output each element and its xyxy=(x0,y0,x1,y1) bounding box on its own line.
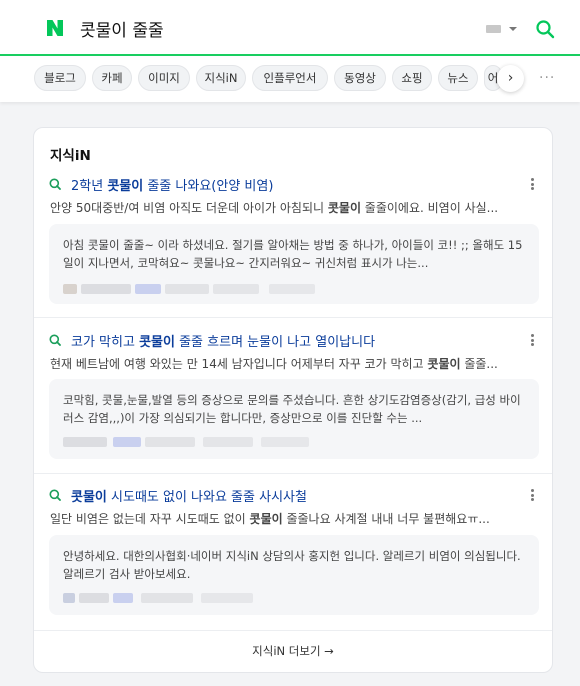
tabs-next-button[interactable]: › xyxy=(497,65,524,92)
search-tabs: 블로그 카페 이미지 지식iN 인플루언서 동영상 쇼핑 뉴스 어 › ··· xyxy=(0,56,580,102)
question-title-link[interactable]: 코가 막히고 콧물이 줄줄 흐르며 눈물이 나고 열이납니다 xyxy=(71,331,526,350)
question-icon xyxy=(49,334,61,346)
answer-text: 아침 콧물이 줄줄~ 이라 하셨네요. 절기를 알아채는 방법 중 하나가, 아… xyxy=(63,238,523,270)
tab-blog[interactable]: 블로그 xyxy=(34,65,86,91)
answer-box[interactable]: 코막힘, 콧물,눈물,발열 등의 증상으로 문의를 주셨습니다. 흔한 상기도감… xyxy=(49,379,539,459)
question-snippet: 일단 비염은 없는데 자꾸 시도때도 없이 콧물이 줄줄나요 사계절 내내 너무… xyxy=(50,512,490,526)
kebab-menu-icon[interactable] xyxy=(531,334,535,346)
kebab-menu-icon[interactable] xyxy=(531,489,535,501)
answer-text: 코막힘, 콧물,눈물,발열 등의 증상으로 문의를 주셨습니다. 흔한 상기도감… xyxy=(63,393,521,425)
chevron-down-icon[interactable] xyxy=(509,27,517,31)
question-icon xyxy=(49,489,61,501)
question-title-link[interactable]: 2학년 콧물이 줄줄 나와요(안양 비염) xyxy=(71,175,526,194)
naver-logo-icon[interactable] xyxy=(45,18,65,38)
search-bar: 콧물이 줄줄 xyxy=(0,0,580,56)
question-icon xyxy=(49,178,61,190)
search-icon[interactable] xyxy=(535,19,555,39)
tab-kin[interactable]: 지식iN xyxy=(196,65,246,91)
search-input[interactable]: 콧물이 줄줄 xyxy=(80,16,164,41)
tab-shopping[interactable]: 쇼핑 xyxy=(392,65,432,91)
tab-video[interactable]: 동영상 xyxy=(334,65,386,91)
tab-image[interactable]: 이미지 xyxy=(138,65,190,91)
divider xyxy=(34,473,552,474)
more-menu-icon[interactable]: ··· xyxy=(539,70,555,86)
question-snippet: 현재 베트남에 여행 와있는 만 14세 남자입니다 어제부터 자꾸 코가 막히… xyxy=(50,357,498,371)
divider xyxy=(34,630,552,631)
question-snippet: 안양 50대중반/여 비염 아직도 더운데 아이가 아침되니 콧물이 줄줄이에요… xyxy=(50,201,499,215)
answer-box[interactable]: 안녕하세요. 대한의사협회·네이버 지식iN 상담의사 홍지헌 입니다. 알레르… xyxy=(49,535,539,615)
section-title: 지식iN xyxy=(50,148,91,164)
tab-cafe[interactable]: 카페 xyxy=(92,65,132,91)
answer-text: 안녕하세요. 대한의사협회·네이버 지식iN 상담의사 홍지헌 입니다. 알레르… xyxy=(63,549,521,581)
kin-more-link[interactable]: 지식iN 더보기 → xyxy=(34,643,552,659)
kebab-menu-icon[interactable] xyxy=(531,178,535,190)
tab-news[interactable]: 뉴스 xyxy=(438,65,478,91)
question-title-link[interactable]: 콧물이 시도때도 없이 나와요 줄줄 사시사철 xyxy=(71,486,526,505)
kin-section-card: 지식iN 2학년 콧물이 줄줄 나와요(안양 비염) 안양 50대중반/여 비염… xyxy=(33,127,553,673)
answer-box[interactable]: 아침 콧물이 줄줄~ 이라 하셨네요. 절기를 알아채는 방법 중 하나가, 아… xyxy=(49,224,539,304)
keyboard-icon[interactable] xyxy=(486,25,501,33)
tab-influencer[interactable]: 인플루언서 xyxy=(252,65,328,91)
divider xyxy=(34,317,552,318)
